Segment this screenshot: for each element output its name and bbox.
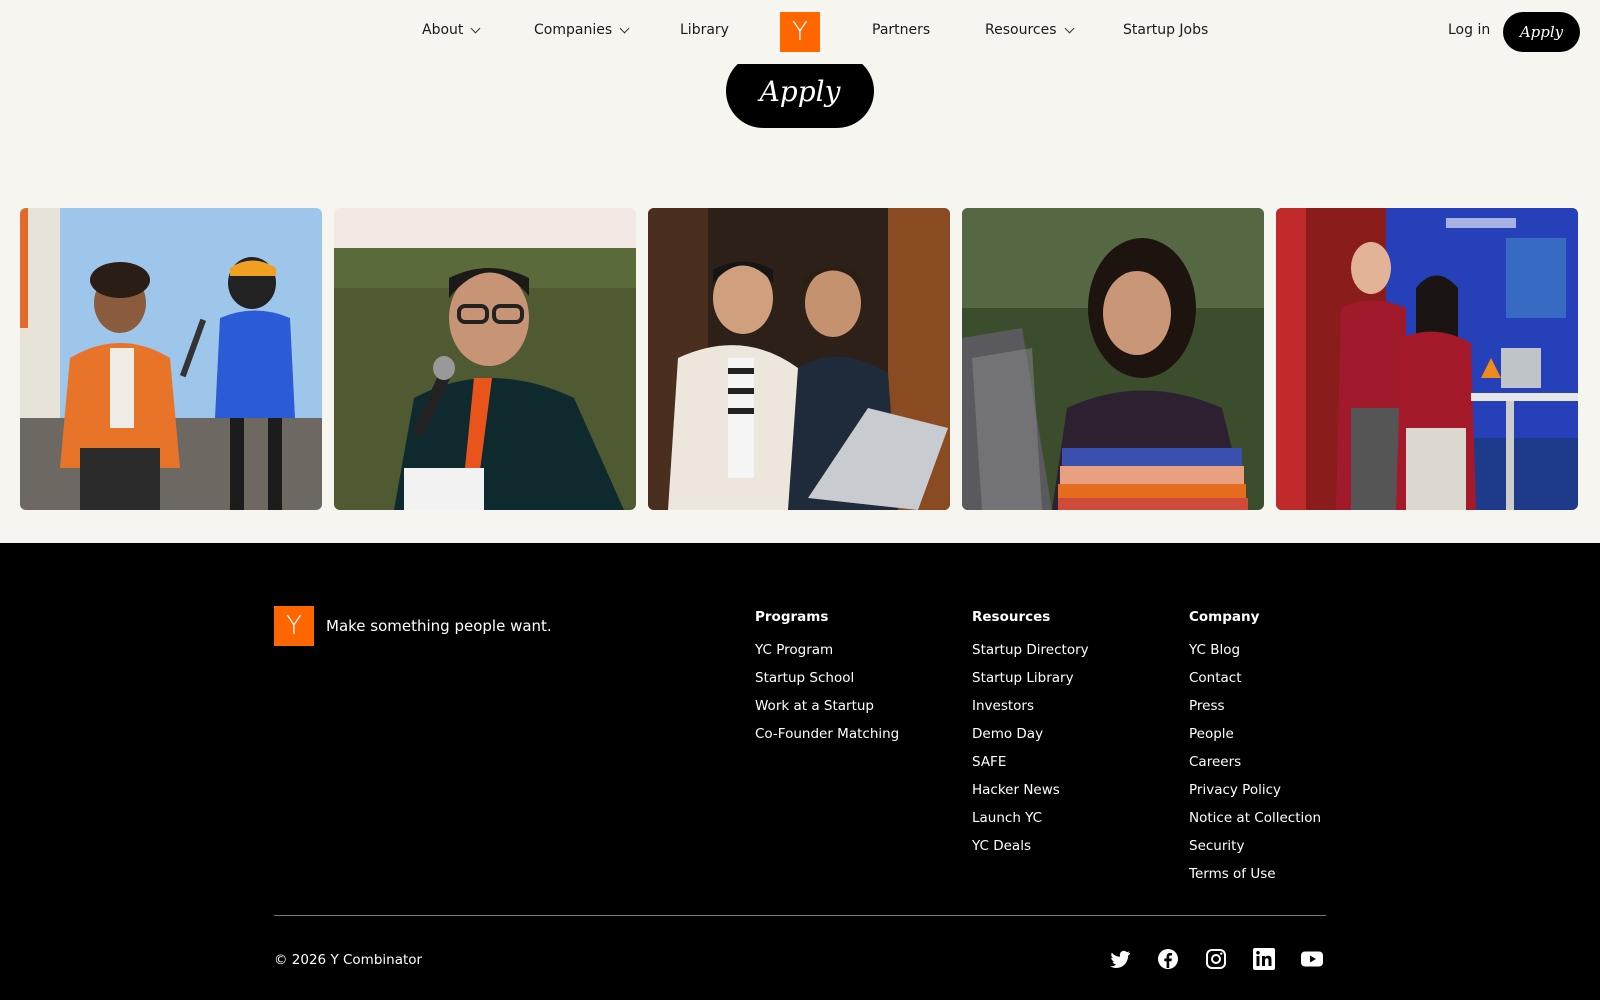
footer-link[interactable]: Co-Founder Matching [755, 720, 899, 748]
footer-link[interactable]: People [1189, 720, 1321, 748]
footer-link[interactable]: Careers [1189, 748, 1321, 776]
photo-smiling-woman [962, 208, 1264, 510]
footer-link[interactable]: Launch YC [972, 804, 1089, 832]
nav-about-label: About [422, 22, 464, 38]
footer-link[interactable]: Hacker News [972, 776, 1089, 804]
footer-link[interactable]: Startup Library [972, 664, 1089, 692]
nav-about[interactable]: About [422, 22, 481, 38]
footer-link[interactable]: Investors [972, 692, 1089, 720]
site-footer: Y Make something people want. Programs Y… [0, 543, 1600, 1000]
footer-link[interactable]: Privacy Policy [1189, 776, 1321, 804]
chevron-down-icon [470, 23, 481, 33]
footer-column-programs: Programs YC Program Startup School Work … [755, 609, 899, 748]
nav-startup-jobs-label: Startup Jobs [1123, 22, 1209, 38]
footer-link[interactable]: YC Program [755, 636, 899, 664]
nav-resources[interactable]: Resources [985, 22, 1074, 38]
footer-column-resources: Resources Startup Directory Startup Libr… [972, 609, 1089, 860]
youtube-icon[interactable] [1300, 947, 1324, 971]
nav-partners-label: Partners [872, 22, 931, 38]
apply-nav-button[interactable]: Apply [1503, 12, 1580, 52]
nav-library-label: Library [680, 22, 729, 38]
footer-tagline: Make something people want. [326, 617, 552, 635]
photo-founders-at-laptop [648, 208, 950, 510]
footer-link[interactable]: YC Deals [972, 832, 1089, 860]
footer-link[interactable]: Work at a Startup [755, 692, 899, 720]
yc-logo[interactable]: Y [780, 12, 820, 52]
linkedin-icon[interactable] [1252, 947, 1276, 971]
social-links [1108, 947, 1324, 971]
nav-companies-label: Companies [534, 22, 613, 38]
copyright: © 2026 Y Combinator [274, 952, 423, 968]
apply-hero-button[interactable]: Apply [726, 54, 874, 128]
footer-link[interactable]: YC Blog [1189, 636, 1321, 664]
facebook-icon[interactable] [1156, 947, 1180, 971]
footer-column-title: Company [1189, 609, 1260, 625]
chevron-down-icon [619, 23, 630, 33]
nav-library[interactable]: Library [680, 22, 729, 38]
footer-link[interactable]: Startup School [755, 664, 899, 692]
footer-link[interactable]: Contact [1189, 664, 1321, 692]
top-nav: About Companies Library Y Partners Resou… [0, 0, 1600, 64]
footer-link[interactable]: Terms of Use [1189, 860, 1321, 888]
nav-resources-label: Resources [985, 22, 1057, 38]
photo-demo-presentation [1276, 208, 1578, 510]
footer-column-title: Programs [755, 609, 829, 625]
footer-link[interactable]: Security [1189, 832, 1321, 860]
footer-column-company: Company YC Blog Contact Press People Car… [1189, 609, 1321, 888]
twitter-icon[interactable] [1108, 947, 1132, 971]
footer-yc-logo[interactable]: Y [274, 606, 314, 646]
instagram-icon[interactable] [1204, 947, 1228, 971]
footer-link[interactable]: SAFE [972, 748, 1089, 776]
photo-strip [20, 208, 1578, 510]
footer-column-title: Resources [972, 609, 1051, 625]
chevron-down-icon [1064, 23, 1074, 33]
photo-founder-with-robot [20, 208, 322, 510]
nav-partners[interactable]: Partners [872, 22, 930, 38]
footer-link[interactable]: Press [1189, 692, 1321, 720]
login-link[interactable]: Log in [1448, 22, 1490, 38]
footer-link[interactable]: Startup Directory [972, 636, 1089, 664]
nav-startup-jobs[interactable]: Startup Jobs [1123, 22, 1208, 38]
photo-speaker-with-mic [334, 208, 636, 510]
footer-divider [274, 915, 1326, 916]
nav-companies[interactable]: Companies [534, 22, 630, 38]
footer-link[interactable]: Notice at Collection [1189, 804, 1321, 832]
footer-link[interactable]: Demo Day [972, 720, 1089, 748]
